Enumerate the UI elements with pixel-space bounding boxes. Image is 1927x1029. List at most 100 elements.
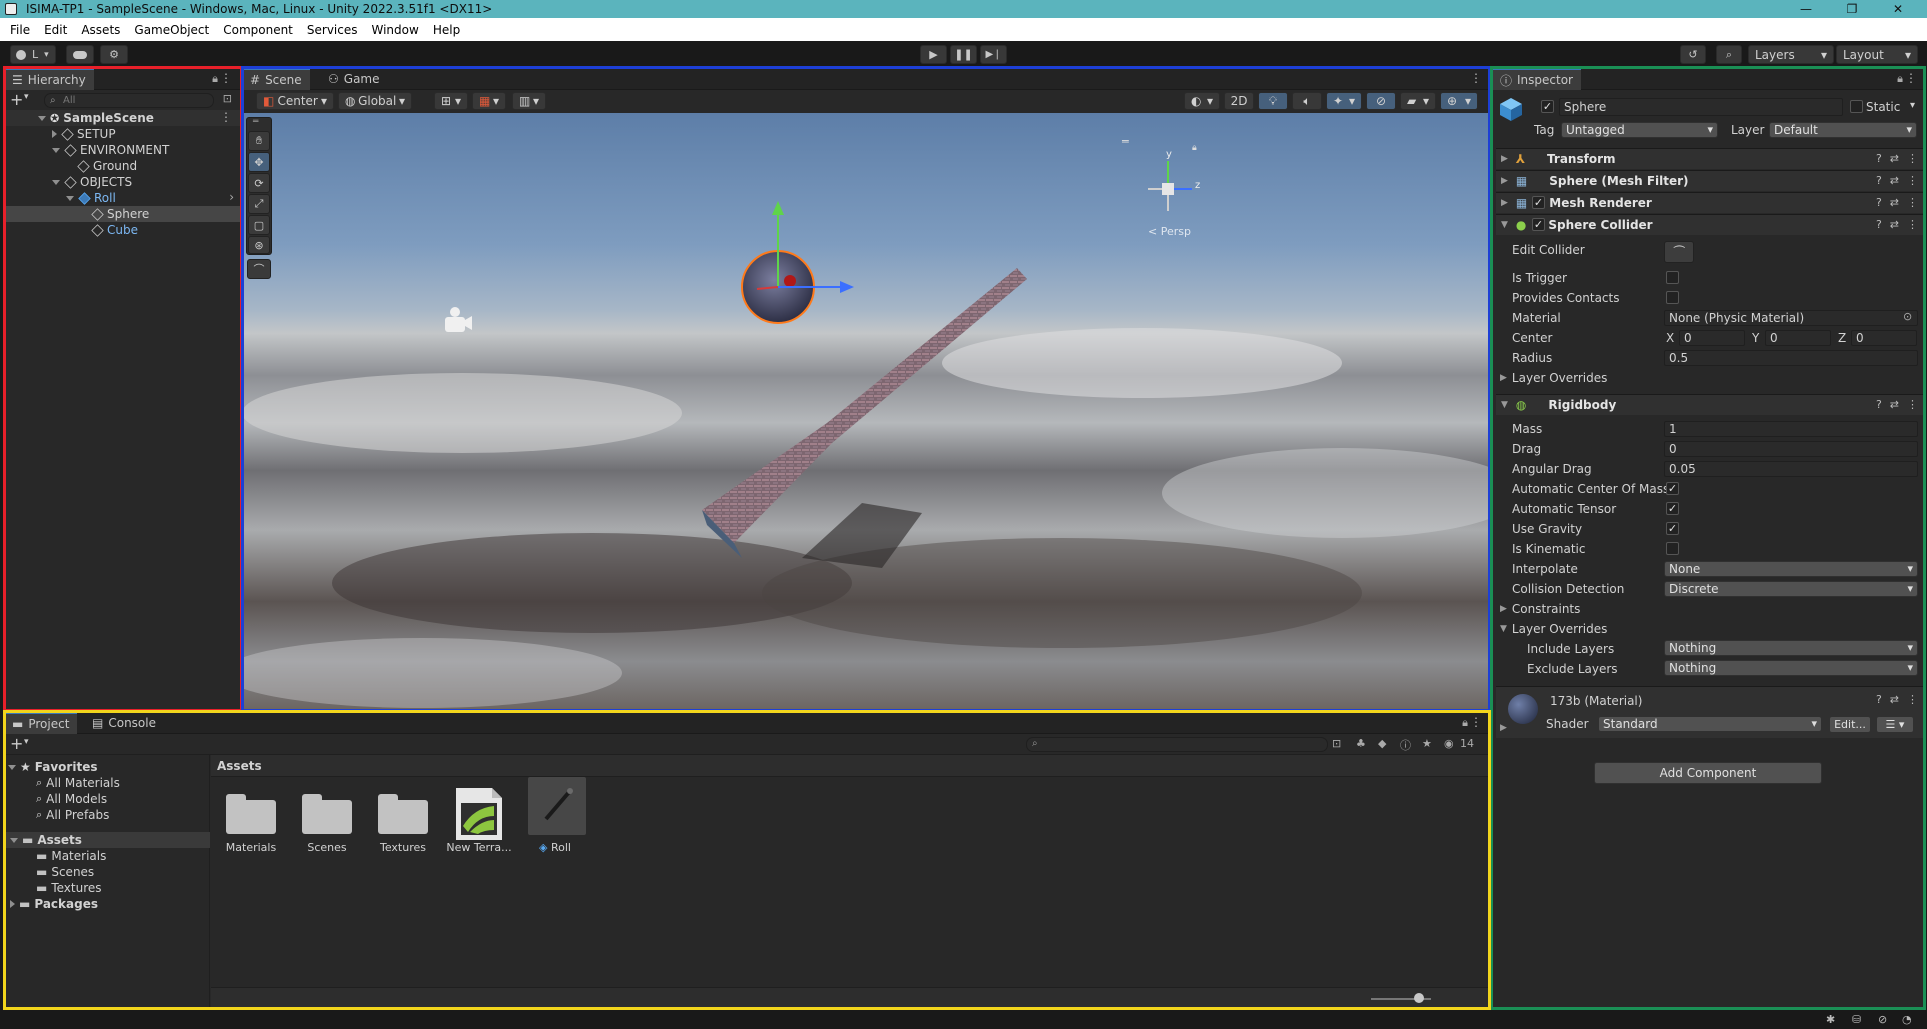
search-by-type-icon[interactable]: ⊡ xyxy=(1332,737,1341,750)
bug-icon[interactable]: ✱ xyxy=(1826,1013,1835,1026)
scene-viewport[interactable]: y z < Persp 🔒︎ ═ ═ ✋︎ ✥ ⟳ ⤢ ▢ ⊛ ⌒ xyxy=(242,113,1490,709)
menu-help[interactable]: Help xyxy=(426,23,467,37)
preset-icon[interactable]: ⇄ xyxy=(1890,398,1899,411)
network-icon[interactable]: ⛁ xyxy=(1852,1013,1861,1026)
enabled-checkbox[interactable]: ✓ xyxy=(1532,218,1545,231)
mass-input[interactable]: 1 xyxy=(1664,421,1918,437)
shader-dropdown[interactable]: Standard xyxy=(1598,716,1822,732)
object-name-input[interactable]: Sphere xyxy=(1559,98,1843,116)
hand-tool-button[interactable]: ✋︎ xyxy=(248,131,270,151)
scale-tool-button[interactable]: ⤢ xyxy=(248,194,270,214)
tab-scene[interactable]: # Scene xyxy=(242,68,310,90)
tab-project[interactable]: ▬ Project xyxy=(4,712,78,734)
tab-game[interactable]: ⚇ Game xyxy=(320,68,388,90)
tree-item-objects[interactable]: OBJECTS xyxy=(52,174,132,190)
increment-snap-dropdown[interactable]: ▥ ▾ xyxy=(512,92,546,110)
use-gravity-checkbox[interactable]: ✓ xyxy=(1666,522,1679,535)
center-z-input[interactable]: 0 xyxy=(1851,330,1917,346)
rotate-tool-button[interactable]: ⟳ xyxy=(248,173,270,193)
expand-arrow-icon[interactable]: ▼ xyxy=(1501,220,1508,230)
expand-arrow-icon[interactable] xyxy=(52,147,60,153)
favorite-all-models[interactable]: ⌕ All Models xyxy=(36,791,107,807)
physic-material-field[interactable]: None (Physic Material) xyxy=(1664,310,1918,326)
collapse-arrow-icon[interactable]: ▶ xyxy=(1500,723,1507,733)
menu-window[interactable]: Window xyxy=(365,23,426,37)
draw-mode-dropdown[interactable]: ◐ ▾ xyxy=(1184,92,1220,110)
lock-icon[interactable]: 🔒︎ xyxy=(212,72,218,86)
center-y-input[interactable]: 0 xyxy=(1765,330,1831,346)
static-checkbox[interactable] xyxy=(1850,100,1863,113)
rigidbody-layer-overrides-foldout[interactable]: ▼ Layer Overrides xyxy=(1500,620,1607,638)
tab-inspector[interactable]: ⓘ Inspector xyxy=(1492,68,1581,90)
is-trigger-checkbox[interactable] xyxy=(1666,271,1679,284)
preset-icon[interactable]: ⇄ xyxy=(1890,693,1899,706)
maximize-button[interactable]: ❐ xyxy=(1829,0,1875,18)
collapse-arrow-icon[interactable]: ▶ xyxy=(1501,176,1508,186)
breadcrumb-assets[interactable]: Assets xyxy=(217,759,262,773)
persp-label[interactable]: < Persp xyxy=(1148,225,1191,238)
filter-type-icon[interactable]: ♣ xyxy=(1356,737,1366,750)
component-sphere-collider[interactable]: ▼ ● ✓ Sphere Collider ? ⇄ ⋮ xyxy=(1496,214,1926,235)
menu-assets[interactable]: Assets xyxy=(74,23,127,37)
grid-visibility-dropdown[interactable]: ▦ ▾ xyxy=(472,92,506,110)
include-layers-dropdown[interactable]: Nothing xyxy=(1664,640,1918,656)
menu-gameobject[interactable]: GameObject xyxy=(127,23,216,37)
add-button[interactable]: + xyxy=(10,734,23,753)
folder-scenes[interactable]: ▬ Scenes xyxy=(36,864,94,880)
component-mesh-filter[interactable]: ▶ ▦ Sphere (Mesh Filter) ? ⇄ ⋮ xyxy=(1496,170,1926,191)
expand-arrow-icon[interactable] xyxy=(52,179,60,185)
expand-arrow-icon[interactable] xyxy=(52,130,57,138)
kebab-menu-icon[interactable]: ⋮ xyxy=(1907,174,1918,187)
transform-tool-button[interactable]: ⊛ xyxy=(248,236,270,254)
provides-contacts-checkbox[interactable] xyxy=(1666,291,1679,304)
kebab-menu-icon[interactable]: ⋮ xyxy=(1907,196,1918,209)
preset-icon[interactable]: ⇄ xyxy=(1890,152,1899,165)
expand-arrow-icon[interactable]: ▼ xyxy=(1500,624,1507,634)
help-icon[interactable]: ? xyxy=(1876,152,1882,165)
close-button[interactable]: ✕ xyxy=(1875,0,1921,18)
asset-tile-scenes[interactable]: Scenes xyxy=(287,777,367,857)
cache-icon[interactable]: ⊘ xyxy=(1878,1013,1887,1026)
lock-icon[interactable]: 🔒︎ xyxy=(1897,72,1903,86)
tree-item-setup[interactable]: SETUP xyxy=(52,126,116,142)
scene-search-icon[interactable]: ⊡ xyxy=(223,92,232,105)
layer-dropdown[interactable]: Default xyxy=(1769,122,1917,138)
radius-input[interactable]: 0.5 xyxy=(1664,350,1918,366)
pivot-dropdown[interactable]: ◧ Center ▾ xyxy=(256,92,334,110)
audio-toggle[interactable]: 🔈︎ xyxy=(1292,92,1322,110)
visibility-eye-icon[interactable]: ◉ xyxy=(1444,737,1454,750)
component-mesh-renderer[interactable]: ▶ ▦ ✓ Mesh Renderer ? ⇄ ⋮ xyxy=(1496,192,1926,213)
angular-drag-input[interactable]: 0.05 xyxy=(1664,461,1918,477)
shader-menu-button[interactable]: ☰ ▾ xyxy=(1876,716,1914,733)
tree-item-cube[interactable]: Cube xyxy=(91,222,138,238)
kebab-menu-icon[interactable]: ⋮ xyxy=(1907,218,1918,231)
progress-icon[interactable]: ◔ xyxy=(1902,1013,1912,1026)
expand-arrow-icon[interactable] xyxy=(10,900,15,908)
drag-input[interactable]: 0 xyxy=(1664,441,1918,457)
slider-thumb[interactable] xyxy=(1414,993,1424,1003)
kebab-menu-icon[interactable]: ⋮ xyxy=(220,71,232,85)
filter-log-icon[interactable]: ⓘ xyxy=(1400,737,1411,753)
collision-detection-dropdown[interactable]: Discrete xyxy=(1664,581,1918,597)
search-button[interactable]: ⌕ xyxy=(1716,45,1742,64)
menu-services[interactable]: Services xyxy=(300,23,365,37)
is-kinematic-checkbox[interactable] xyxy=(1666,542,1679,555)
enabled-checkbox[interactable]: ✓ xyxy=(1532,196,1545,209)
help-icon[interactable]: ? xyxy=(1876,693,1882,706)
expand-arrow-icon[interactable] xyxy=(8,764,16,770)
account-button[interactable]: L ▾ xyxy=(10,45,56,64)
lock-icon[interactable]: 🔒︎ xyxy=(1462,716,1468,730)
kebab-menu-icon[interactable]: ⋮ xyxy=(220,110,232,124)
asset-tile-terrain[interactable]: New Terra... xyxy=(439,777,519,857)
kebab-menu-icon[interactable]: ⋮ xyxy=(1907,693,1918,706)
favorite-all-prefabs[interactable]: ⌕ All Prefabs xyxy=(36,807,109,823)
menu-file[interactable]: File xyxy=(3,23,37,37)
favorite-all-materials[interactable]: ⌕ All Materials xyxy=(36,775,120,791)
preset-icon[interactable]: ⇄ xyxy=(1890,174,1899,187)
grip-icon[interactable]: ═ xyxy=(253,117,258,127)
collapse-arrow-icon[interactable]: ▶ xyxy=(1500,373,1507,383)
help-icon[interactable]: ? xyxy=(1876,398,1882,411)
minimize-button[interactable]: — xyxy=(1783,0,1829,18)
filter-label-icon[interactable]: ◆ xyxy=(1378,737,1386,750)
pause-button[interactable]: ❚❚ xyxy=(950,45,977,64)
